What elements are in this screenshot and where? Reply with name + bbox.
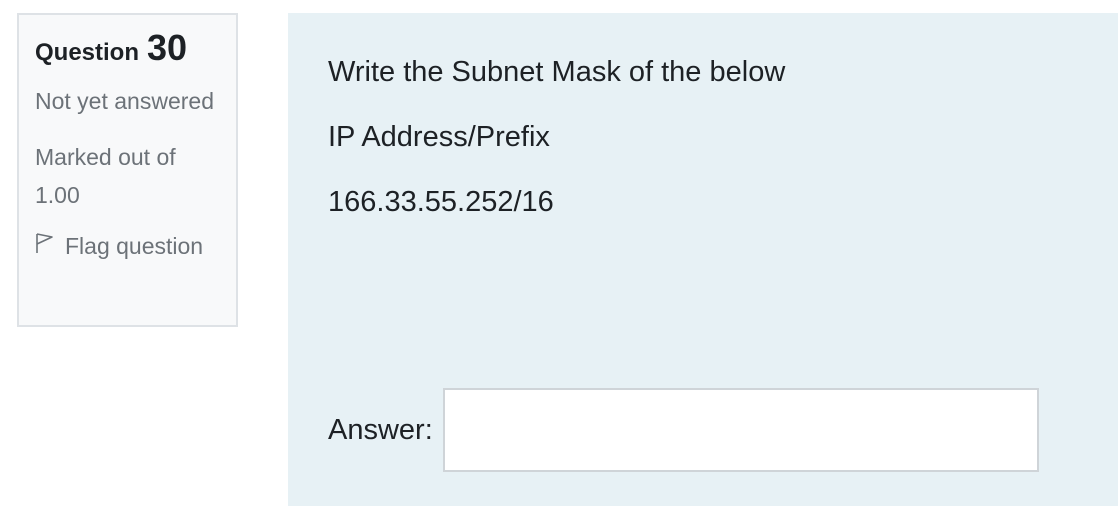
question-line-1: Write the Subnet Mask of the below [328,56,786,88]
question-info-panel: Question 30 Not yet answered Marked out o… [17,13,238,327]
question-number: 30 [147,27,188,68]
question-content: Write the Subnet Mask of the below IP Ad… [288,13,1118,506]
question-text: Write the Subnet Mask of the below IP Ad… [328,53,785,248]
question-line-2: IP Address/Prefix [328,121,550,153]
question-word: Question [35,39,140,66]
answer-label: Answer: [328,413,433,446]
flag-question-label: Flag question [65,232,204,259]
question-line-3: 166.33.55.252/16 [328,186,554,218]
question-status: Not yet answered [35,88,214,114]
flag-icon [35,232,65,260]
answer-row: Answer: [328,388,1039,472]
question-marks: Marked out of 1.00 [35,144,176,208]
question-heading: Question 30 [35,30,220,70]
answer-input[interactable] [442,388,1039,472]
flag-question-link[interactable]: Flag question [35,232,220,260]
